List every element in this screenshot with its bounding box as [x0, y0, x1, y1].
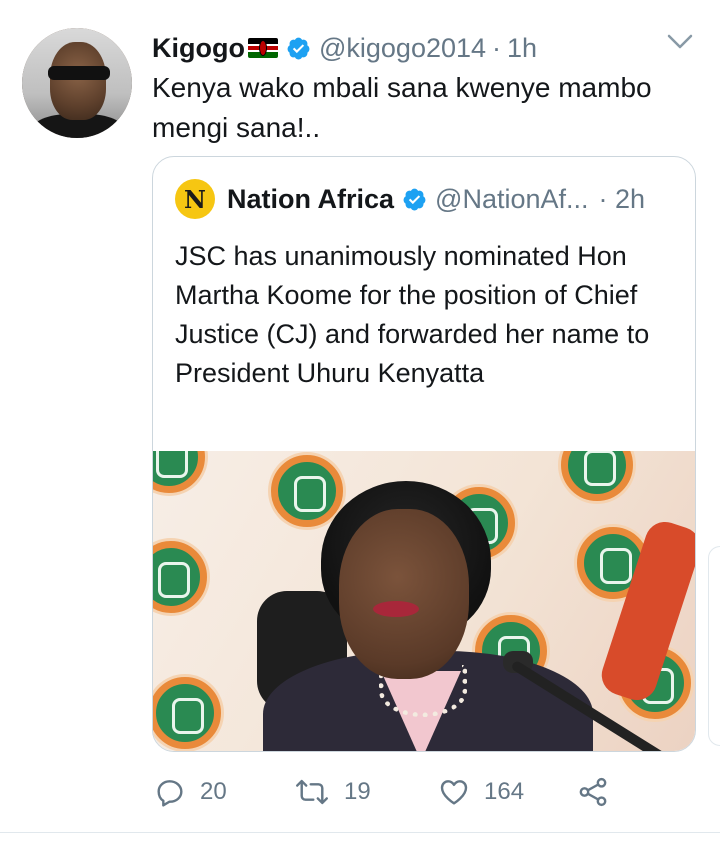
- tweet-actions: 20 19 164: [152, 770, 712, 814]
- quoted-tweet-text: JSC has unanimously nominated Hon Martha…: [175, 241, 650, 388]
- share-icon: [579, 777, 607, 807]
- kenya-flag-icon: [247, 38, 278, 58]
- jsc-logo: [561, 451, 633, 501]
- person-face: [339, 509, 469, 679]
- verified-badge-icon: [403, 188, 426, 210]
- share-button[interactable]: [576, 770, 610, 814]
- retweet-count: 19: [344, 778, 371, 805]
- heart-icon: [440, 780, 468, 805]
- like-button[interactable]: 164: [438, 770, 524, 814]
- author-name[interactable]: Kigogo: [152, 33, 245, 64]
- retweet-icon: [295, 779, 329, 805]
- author-avatar[interactable]: [22, 28, 132, 138]
- quoted-author-handle[interactable]: @NationAf...: [435, 184, 588, 215]
- reply-button[interactable]: 20: [154, 770, 227, 814]
- person-lips: [373, 601, 419, 617]
- jsc-logo: [153, 541, 207, 613]
- separator-dot: ·: [598, 183, 608, 214]
- quoted-timestamp[interactable]: · 2h: [599, 184, 646, 215]
- separator-dot: ·: [492, 32, 502, 63]
- quoted-time-value: 2h: [615, 183, 646, 214]
- avatar-face: [50, 42, 106, 120]
- author-handle[interactable]: @kigogo2014: [319, 33, 486, 64]
- quoted-tweet-header: N Nation Africa @NationAf... · 2h: [175, 179, 645, 219]
- tweet[interactable]: Kigogo @kigogo2014 · 1h Kenya wako mbali…: [0, 0, 720, 844]
- quoted-tweet[interactable]: N Nation Africa @NationAf... · 2h JSC ha…: [152, 156, 696, 752]
- reply-count: 20: [200, 778, 227, 805]
- tweet-timestamp[interactable]: 1h: [507, 33, 537, 64]
- quoted-tweet-photo[interactable]: [153, 451, 695, 751]
- avatar-sunglasses: [48, 66, 110, 80]
- jsc-logo: [153, 451, 205, 493]
- adjacent-panel-edge: [708, 546, 720, 746]
- quoted-author-name[interactable]: Nation Africa: [227, 184, 394, 215]
- reply-icon: [157, 780, 183, 807]
- tweet-divider: [0, 832, 720, 833]
- tweet-header: Kigogo @kigogo2014 · 1h: [152, 28, 537, 68]
- jsc-logo: [153, 677, 221, 749]
- nation-africa-avatar[interactable]: N: [175, 179, 215, 219]
- tweet-text: Kenya wako mbali sana kwenye mambo mengi…: [152, 72, 652, 143]
- jsc-logo: [271, 455, 343, 527]
- verified-badge-icon: [287, 37, 310, 59]
- like-count: 164: [484, 778, 525, 805]
- retweet-button[interactable]: 19: [294, 770, 371, 814]
- chevron-down-icon[interactable]: [666, 32, 694, 52]
